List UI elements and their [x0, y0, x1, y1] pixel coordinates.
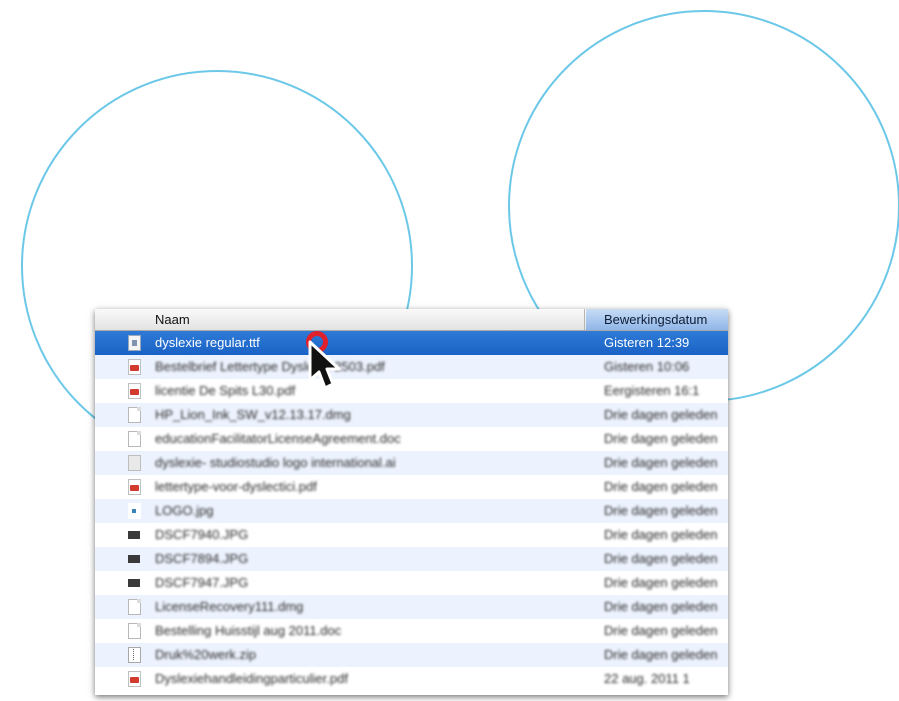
file-name: dyslexie regular.ttf — [155, 335, 260, 350]
file-name: lettertype-voor-dyslectici.pdf — [155, 479, 317, 494]
file-row[interactable]: HP_Lion_Ink_SW_v12.13.17.dmg Drie dagen g… — [95, 403, 728, 427]
document-icon — [128, 431, 141, 447]
file-row[interactable]: DSCF7947.JPG Drie dagen geleden — [95, 571, 728, 595]
file-row[interactable]: Bestelling Huisstijl aug 2011.doc Drie da… — [95, 619, 728, 643]
photo-icon — [128, 575, 141, 591]
font-file-icon — [128, 335, 141, 351]
file-modified-date: Gisteren 10:06 — [604, 359, 690, 374]
file-name: DSCF7947.JPG — [155, 575, 249, 590]
file-row[interactable]: LicenseRecovery111.dmg Drie dagen geleden — [95, 595, 728, 619]
file-modified-date: Drie dagen geleden — [604, 455, 718, 470]
file-modified-date: 22 aug. 2011 1 — [604, 671, 690, 686]
file-modified-date: Drie dagen geleden — [604, 575, 718, 590]
pdf-file-icon — [128, 671, 141, 687]
file-modified-date: Eergisteren 16:1 — [604, 383, 700, 398]
document-icon — [128, 623, 141, 639]
column-header-name[interactable]: Naam — [95, 309, 585, 330]
column-header-date[interactable]: Bewerkingsdatum — [586, 309, 728, 330]
finder-list-view: Naam Bewerkingsdatum dyslexie regular.tt… — [95, 309, 728, 695]
file-modified-date: Drie dagen geleden — [604, 599, 718, 614]
file-row[interactable]: licentie De Spits L30.pdf Eergisteren 16:… — [95, 379, 728, 403]
photo-icon — [128, 551, 141, 567]
file-name: Bestelbrief Lettertype Dyslexie 2503.pdf — [155, 359, 385, 374]
arrow-cursor-icon — [308, 340, 341, 390]
file-row[interactable]: dyslexie regular.ttf Gisteren 12:39 — [95, 331, 728, 355]
jpg-image-icon — [128, 503, 141, 519]
screenshot-stage: Naam Bewerkingsdatum dyslexie regular.tt… — [0, 0, 899, 701]
zip-archive-icon — [128, 647, 141, 663]
file-name: dyslexie- studiostudio logo internationa… — [155, 455, 396, 470]
file-modified-date: Drie dagen geleden — [604, 647, 718, 662]
file-row[interactable]: DSCF7894.JPG Drie dagen geleden — [95, 547, 728, 571]
file-name: Bestelling Huisstijl aug 2011.doc — [155, 623, 342, 638]
file-modified-date: Drie dagen geleden — [604, 623, 718, 638]
file-modified-date: Drie dagen geleden — [604, 551, 718, 566]
file-list: dyslexie regular.ttf Gisteren 12:39 Bestel… — [95, 331, 728, 691]
document-icon — [128, 407, 141, 423]
file-modified-date: Drie dagen geleden — [604, 479, 718, 494]
pdf-file-icon — [128, 479, 141, 495]
file-name: LicenseRecovery111.dmg — [155, 599, 304, 614]
file-name: DSCF7894.JPG — [155, 551, 249, 566]
file-modified-date: Drie dagen geleden — [604, 527, 718, 542]
file-name: Dyslexiehandleidingparticulier.pdf — [155, 671, 348, 686]
document-icon — [128, 599, 141, 615]
file-modified-date: Gisteren 12:39 — [604, 335, 690, 350]
file-row[interactable]: dyslexie- studiostudio logo internationa… — [95, 451, 728, 475]
file-modified-date: Drie dagen geleden — [604, 407, 718, 422]
file-name: DSCF7940.JPG — [155, 527, 249, 542]
file-row[interactable]: Druk%20werk.zip Drie dagen geleden — [95, 643, 728, 667]
file-name: licentie De Spits L30.pdf — [155, 383, 296, 398]
column-header-bar: Naam Bewerkingsdatum — [95, 309, 728, 331]
file-row[interactable]: LOGO.jpg Drie dagen geleden — [95, 499, 728, 523]
file-name: LOGO.jpg — [155, 503, 214, 518]
file-modified-date: Drie dagen geleden — [604, 431, 718, 446]
file-modified-date: Drie dagen geleden — [604, 503, 718, 518]
pdf-file-icon — [128, 359, 141, 375]
file-name: Druk%20werk.zip — [155, 647, 257, 662]
file-row[interactable]: lettertype-voor-dyslectici.pdf Drie dagen… — [95, 475, 728, 499]
file-row[interactable]: Bestelbrief Lettertype Dyslexie 2503.pdf… — [95, 355, 728, 379]
file-name: HP_Lion_Ink_SW_v12.13.17.dmg — [155, 407, 351, 422]
file-name: educationFacilitatorLicenseAgreement.doc — [155, 431, 401, 446]
file-row[interactable]: DSCF7940.JPG Drie dagen geleden — [95, 523, 728, 547]
illustrator-file-icon — [128, 455, 141, 471]
file-row[interactable]: educationFacilitatorLicenseAgreement.doc… — [95, 427, 728, 451]
photo-icon — [128, 527, 141, 543]
pdf-file-icon — [128, 383, 141, 399]
file-row[interactable]: Dyslexiehandleidingparticulier.pdf 22 aug… — [95, 667, 728, 691]
